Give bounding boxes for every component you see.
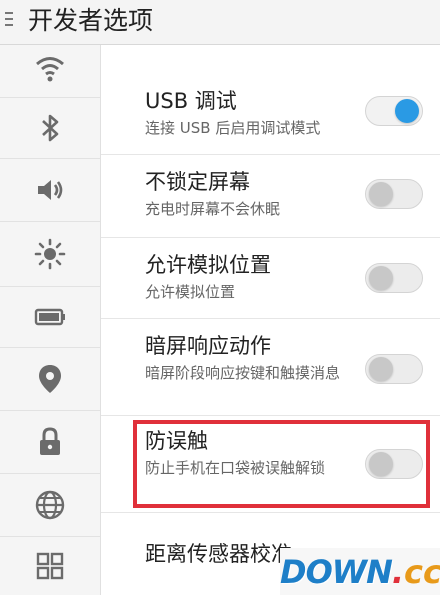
setting-title: 允许模拟位置	[145, 253, 271, 277]
toggle-knob	[369, 182, 393, 206]
location-icon	[39, 365, 61, 393]
toggle-knob	[395, 99, 419, 123]
sidebar-item-language[interactable]	[0, 474, 100, 537]
screen-off-gestures-toggle[interactable]	[365, 354, 423, 384]
sidebar-item-wifi[interactable]	[0, 45, 100, 98]
bluetooth-icon	[42, 114, 59, 142]
battery-icon	[34, 308, 65, 326]
app-header: 开发者选项	[0, 0, 440, 45]
setting-row-screen-off-gestures[interactable]: 暗屏响应动作 暗屏阶段响应按键和触摸消息	[101, 319, 440, 416]
sidebar-item-apps[interactable]	[0, 537, 100, 595]
setting-row-usb-debugging[interactable]: USB 调试 连接 USB 后启用调试模式	[101, 72, 440, 155]
sidebar-item-bluetooth[interactable]	[0, 98, 100, 159]
usb-debugging-toggle[interactable]	[365, 96, 423, 126]
mock-location-toggle[interactable]	[365, 263, 423, 293]
volume-icon	[38, 180, 63, 200]
setting-subtitle: 充电时屏幕不会休眠	[145, 200, 281, 218]
setting-row-stay-awake[interactable]: 不锁定屏幕 充电时屏幕不会休眠	[101, 155, 440, 238]
watermark-dot: .	[391, 552, 404, 591]
sidebar-item-sound[interactable]	[0, 159, 100, 222]
sidebar-item-battery[interactable]	[0, 287, 100, 348]
toggle-knob	[369, 357, 393, 381]
wifi-icon	[36, 57, 64, 82]
setting-title: 暗屏响应动作	[145, 334, 271, 358]
sidebar-item-display[interactable]	[0, 222, 100, 287]
watermark-suffix: cc	[404, 552, 440, 591]
setting-title: 不锁定屏幕	[145, 170, 250, 194]
lock-icon	[40, 427, 60, 455]
setting-row-mock-location[interactable]: 允许模拟位置 允许模拟位置	[101, 238, 440, 319]
brightness-icon	[34, 238, 66, 270]
settings-list: USB 调试 连接 USB 后启用调试模式 不锁定屏幕 充电时屏幕不会休眠 允许…	[101, 45, 440, 595]
toggle-knob	[369, 266, 393, 290]
menu-icon[interactable]	[5, 12, 13, 32]
setting-subtitle: 暗屏阶段响应按键和触摸消息	[145, 364, 341, 382]
setting-subtitle: 连接 USB 后启用调试模式	[145, 119, 321, 137]
sidebar	[0, 45, 101, 595]
sidebar-item-location[interactable]	[0, 348, 100, 411]
apps-grid-icon	[36, 552, 64, 580]
setting-title: 距离传感器校准	[145, 542, 292, 566]
page-title: 开发者选项	[28, 6, 154, 35]
setting-title: USB 调试	[145, 89, 237, 113]
watermark-text: DOWN	[280, 552, 393, 591]
globe-icon	[35, 490, 65, 520]
watermark-logo: DOWN. cc	[280, 548, 440, 595]
setting-subtitle: 允许模拟位置	[145, 283, 236, 301]
highlight-box	[133, 420, 430, 508]
sidebar-item-security[interactable]	[0, 411, 100, 474]
stay-awake-toggle[interactable]	[365, 179, 423, 209]
